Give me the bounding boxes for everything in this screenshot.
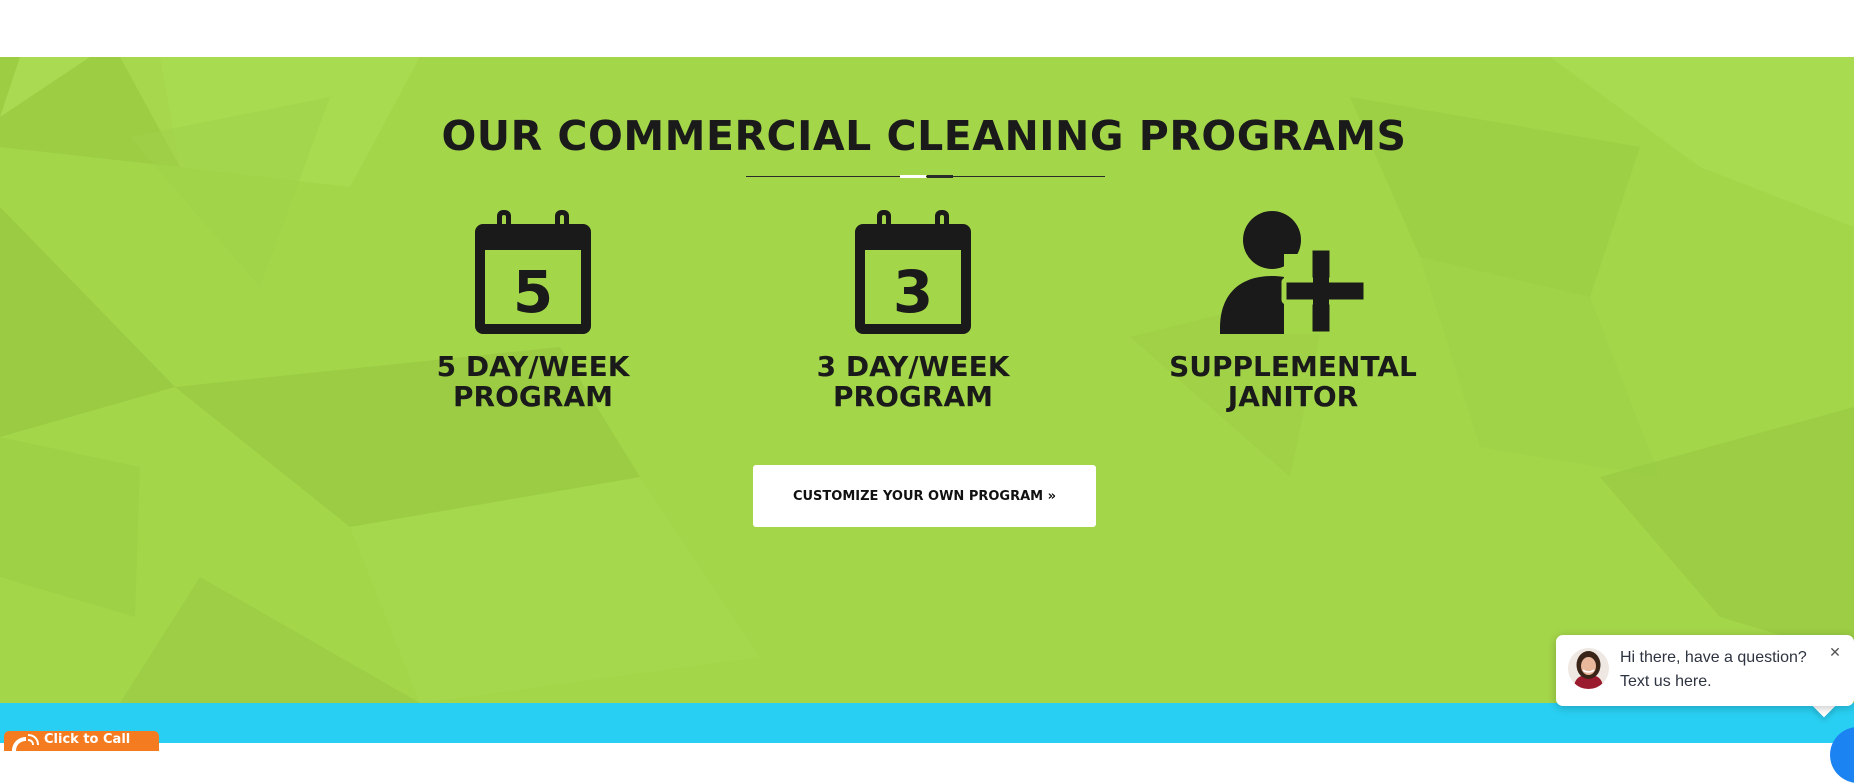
program-card-supplemental-janitor[interactable]: SUPPLEMENTAL JANITOR	[1143, 210, 1443, 412]
chat-message: Hi there, have a question? Text us here.	[1620, 649, 1807, 690]
calendar-3-icon: 3	[855, 210, 971, 334]
chat-popup[interactable]: Hi there, have a question? Text us here.…	[1556, 635, 1854, 706]
calendar-day-number: 5	[513, 258, 553, 326]
avatar	[1568, 648, 1609, 689]
next-section-strip	[0, 703, 1854, 743]
section-title: OUR COMMERCIAL CLEANING PROGRAMS	[441, 112, 1407, 160]
close-icon[interactable]: ✕	[1826, 644, 1844, 662]
agent-avatar-image	[1568, 648, 1609, 689]
phone-icon	[12, 734, 39, 751]
click-to-call-label: Click to Call	[44, 732, 131, 747]
header-bar	[0, 0, 1854, 57]
program-label: 5 DAY/WEEK PROGRAM	[436, 350, 630, 413]
program-label: 3 DAY/WEEK PROGRAM	[816, 350, 1010, 413]
calendar-5-icon: 5	[475, 210, 591, 334]
program-card-5-day[interactable]: 5 5 DAY/WEEK PROGRAM	[383, 210, 683, 412]
title-divider-accent-light	[900, 175, 926, 178]
calendar-day-number: 3	[893, 258, 933, 326]
customize-program-button[interactable]: CUSTOMIZE YOUR OWN PROGRAM »	[753, 465, 1096, 527]
click-to-call-button[interactable]: Click to Call	[4, 731, 159, 751]
title-divider-accent-dark	[927, 175, 953, 178]
program-card-3-day[interactable]: 3 3 DAY/WEEK PROGRAM	[763, 210, 1063, 412]
program-label: SUPPLEMENTAL JANITOR	[1169, 350, 1417, 413]
user-plus-icon	[1220, 211, 1366, 334]
